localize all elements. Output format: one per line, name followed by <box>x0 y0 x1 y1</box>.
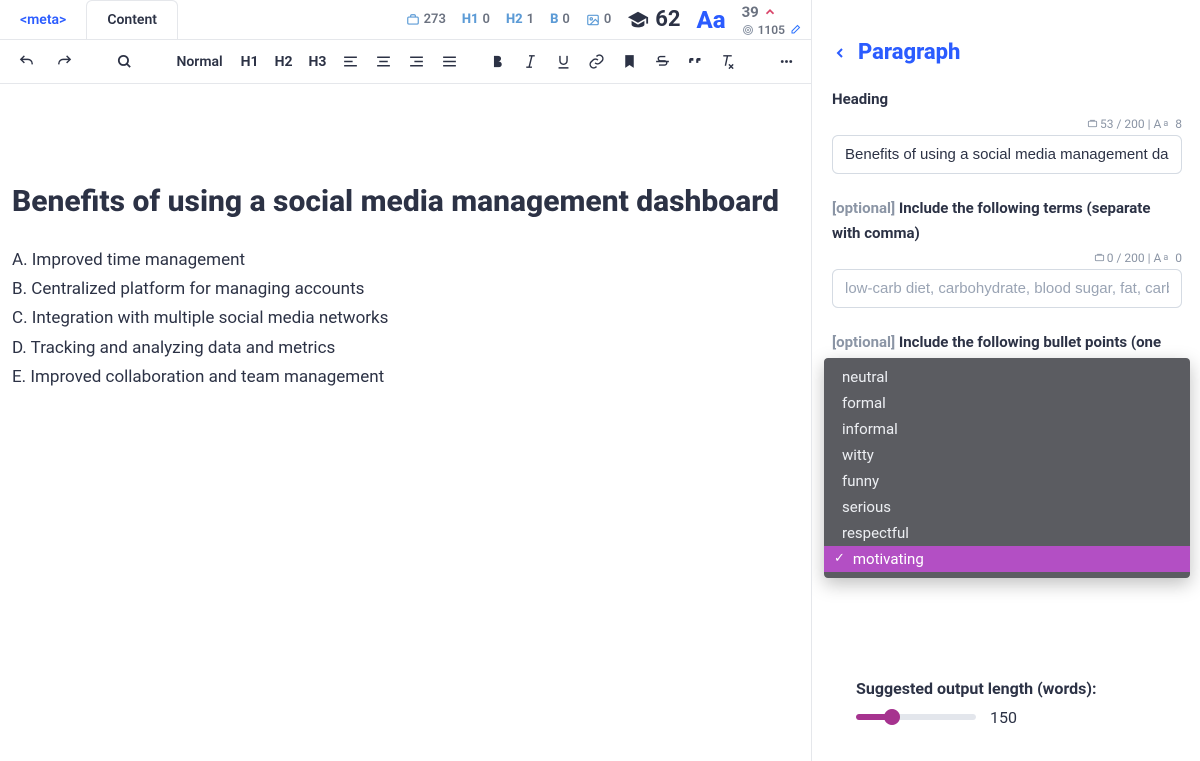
redo-button[interactable] <box>50 48 78 76</box>
italic-button[interactable] <box>518 48 543 76</box>
clear-format-button[interactable] <box>716 48 741 76</box>
style-h2[interactable]: H2 <box>271 54 297 70</box>
chevron-up-icon[interactable] <box>763 5 777 19</box>
toolbar: Normal H1 H2 H3 <box>0 40 811 84</box>
top-stats: 273 H10 H21 B0 0 62 Aa 39 1105 <box>406 3 801 37</box>
sidebar-panel: Paragraph Heading 53 / 200 | Aa 8 [optio… <box>812 0 1200 761</box>
terms-counter: 0 / 200 | Aa 0 <box>832 251 1182 265</box>
terms-input[interactable] <box>832 269 1182 308</box>
stat-wordcount-col: 39 1105 <box>742 3 801 37</box>
align-left-button[interactable] <box>338 48 363 76</box>
aa-icon: Aa <box>697 6 726 34</box>
editor-pane: <meta> Content 273 H10 H21 B0 0 62 Aa 39 <box>0 0 812 761</box>
body-line: D. Tracking and analyzing data and metri… <box>12 335 799 362</box>
style-h1[interactable]: H1 <box>237 54 263 70</box>
stat-bold: B0 <box>550 12 570 27</box>
field-heading: Heading 53 / 200 | Aa 8 <box>832 87 1182 174</box>
editor-body[interactable]: Benefits of using a social media managem… <box>0 84 811 405</box>
stat-h2: H21 <box>506 12 534 27</box>
tone-option-funny[interactable]: funny <box>824 468 1190 494</box>
bookmark-button[interactable] <box>617 48 642 76</box>
length-slider-wrap: 150 <box>856 708 1182 727</box>
heading-label: Heading <box>832 87 1182 113</box>
tone-option-witty[interactable]: witty <box>824 442 1190 468</box>
panel-title: Paragraph <box>858 40 960 65</box>
stat-readability: 62 <box>627 7 680 32</box>
panel-header: Paragraph <box>832 40 1182 65</box>
style-normal[interactable]: Normal <box>170 54 228 70</box>
search-button[interactable] <box>112 48 137 76</box>
tab-content[interactable]: Content <box>86 0 178 39</box>
suggested-length-label: Suggested output length (words): <box>856 679 1182 698</box>
align-center-button[interactable] <box>371 48 396 76</box>
tone-option-motivating[interactable]: ✓motivating <box>824 546 1190 572</box>
stat-images: 0 <box>586 12 611 27</box>
stat-h1: H10 <box>462 12 490 27</box>
stat-words: 273 <box>406 12 446 27</box>
more-button[interactable] <box>774 48 799 76</box>
briefcase-icon <box>406 13 420 27</box>
strikethrough-button[interactable] <box>650 48 675 76</box>
heading-counter: 53 / 200 | Aa 8 <box>832 117 1182 131</box>
heading-input[interactable] <box>832 135 1182 174</box>
briefcase-icon <box>1094 252 1105 263</box>
tone-option-formal[interactable]: formal <box>824 390 1190 416</box>
target-icon <box>742 24 754 36</box>
image-icon <box>586 13 600 27</box>
style-h3[interactable]: H3 <box>305 54 331 70</box>
body-line: E. Improved collaboration and team manag… <box>12 364 799 391</box>
check-icon: ✓ <box>834 551 845 566</box>
align-right-button[interactable] <box>404 48 429 76</box>
graduation-cap-icon <box>627 9 649 31</box>
tone-option-respectful[interactable]: respectful <box>824 520 1190 546</box>
chevron-left-icon[interactable] <box>832 45 848 61</box>
tone-option-serious[interactable]: serious <box>824 494 1190 520</box>
terms-label: [optional] Include the following terms (… <box>832 196 1182 247</box>
underline-button[interactable] <box>551 48 576 76</box>
length-slider[interactable] <box>856 714 976 720</box>
body-line: B. Centralized platform for managing acc… <box>12 276 799 303</box>
slider-thumb[interactable] <box>884 709 900 725</box>
tone-option-neutral[interactable]: neutral <box>824 364 1190 390</box>
align-justify-button[interactable] <box>437 48 462 76</box>
tab-meta[interactable]: <meta> <box>0 0 86 39</box>
briefcase-icon <box>1087 118 1098 129</box>
link-button[interactable] <box>584 48 609 76</box>
field-bullets: [optional] Include the following bullet … <box>832 330 1182 447</box>
bold-button[interactable] <box>485 48 510 76</box>
tone-option-informal[interactable]: informal <box>824 416 1190 442</box>
tabs: <meta> Content <box>0 0 178 39</box>
edit-icon[interactable] <box>789 24 801 36</box>
body-line: C. Integration with multiple social medi… <box>12 305 799 332</box>
undo-button[interactable] <box>12 48 40 76</box>
body-line: A. Improved time management <box>12 247 799 274</box>
quote-button[interactable] <box>683 48 708 76</box>
tone-dropdown[interactable]: neutral formal informal witty funny seri… <box>824 358 1190 578</box>
length-value: 150 <box>990 708 1017 727</box>
field-terms: [optional] Include the following terms (… <box>832 196 1182 308</box>
top-bar: <meta> Content 273 H10 H21 B0 0 62 Aa 39 <box>0 0 811 40</box>
document-title: Benefits of using a social media managem… <box>12 184 799 219</box>
